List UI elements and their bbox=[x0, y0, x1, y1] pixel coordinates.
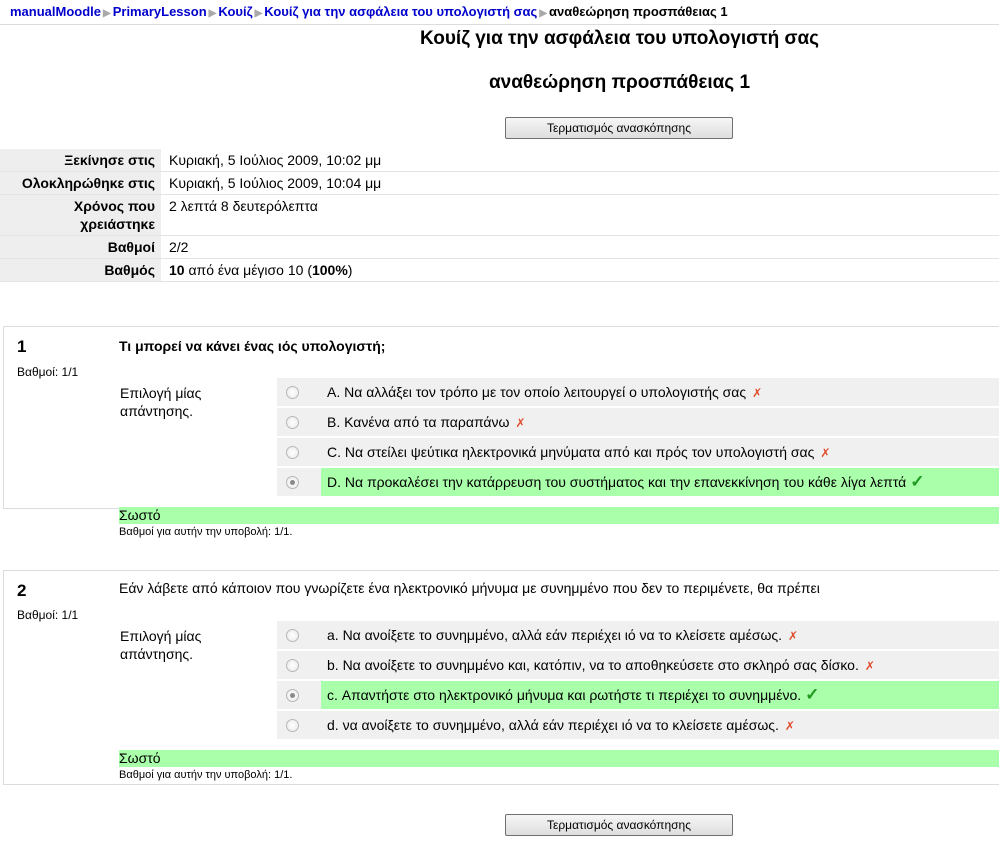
correct-check-icon: ✓ bbox=[910, 472, 925, 491]
answer-label: a. Να ανοίξετε το συνημμένο, αλλά εάν πε… bbox=[327, 627, 783, 643]
incorrect-cross-icon: ✗ bbox=[515, 416, 526, 430]
answer-label: D. Να προκαλέσει την κατάρρευση του συστ… bbox=[327, 474, 907, 490]
answer-option[interactable]: C. Να στείλει ψεύτικα ηλεκτρονικά μηνύμα… bbox=[277, 438, 999, 468]
marks-label: Βαθμοί bbox=[0, 235, 161, 259]
feedback-correct: Σωστό bbox=[119, 507, 999, 524]
breadcrumb-link-primarylesson[interactable]: PrimaryLesson bbox=[113, 4, 207, 19]
started-value: Κυριακή, 5 Ιούλιος 2009, 10:02 μμ bbox=[161, 149, 999, 172]
breadcrumb-separator-icon: ▶ bbox=[254, 8, 263, 19]
time-taken-value: 2 λεπτά 8 δευτερόλεπτα bbox=[161, 194, 999, 236]
answer-label: C. Να στείλει ψεύτικα ηλεκτρονικά μηνύμα… bbox=[327, 444, 815, 460]
answer-list: A. Να αλλάξει τον τρόπο με τον οποίο λει… bbox=[277, 378, 999, 498]
question-marks: Βαθμοί: 1/1 bbox=[17, 608, 79, 622]
grade-label: Βαθμός bbox=[0, 258, 161, 282]
radio-button[interactable] bbox=[286, 719, 299, 732]
radio-button[interactable] bbox=[286, 659, 299, 672]
answer-option[interactable]: b. Να ανοίξετε το συνημμένο και, κατόπιν… bbox=[277, 651, 999, 681]
breadcrumb-link-manualmoodle[interactable]: manualMoodle bbox=[10, 4, 101, 19]
submission-grading: Βαθμοί για αυτήν την υποβολή: 1/1. bbox=[119, 526, 293, 538]
summary-row-time-taken: Χρόνος που χρειάστηκε 2 λεπτά 8 δευτερόλ… bbox=[0, 194, 999, 236]
breadcrumb-separator-icon: ▶ bbox=[103, 8, 111, 19]
incorrect-cross-icon: ✗ bbox=[788, 629, 799, 643]
answer-label: c. Απαντήστε στο ηλεκτρονικό μήνυμα και … bbox=[327, 687, 802, 703]
answer-label: A. Να αλλάξει τον τρόπο με τον οποίο λει… bbox=[327, 384, 747, 400]
answer-prompt: Επιλογή μίας απάντησης. bbox=[120, 385, 202, 419]
summary-row-marks: Βαθμοί 2/2 bbox=[0, 235, 999, 259]
breadcrumb-current: αναθεώρηση προσπάθειας 1 bbox=[549, 4, 728, 19]
answer-label: B. Κανένα από τα παραπάνω bbox=[327, 414, 510, 430]
radio-button[interactable] bbox=[286, 629, 299, 642]
incorrect-cross-icon: ✗ bbox=[784, 719, 795, 733]
question-text: Εάν λάβετε από κάποιον που γνωρίζετε ένα… bbox=[119, 580, 820, 596]
grade-score: 10 bbox=[169, 262, 185, 278]
grade-percent: 100% bbox=[311, 262, 348, 278]
grade-out-of: από ένα μέγισο 10 ( bbox=[184, 262, 312, 278]
incorrect-cross-icon: ✗ bbox=[820, 446, 831, 460]
answer-option-selected[interactable]: c. Απαντήστε στο ηλεκτρονικό μήνυμα και … bbox=[277, 681, 999, 711]
question-text: Τι μπορεί να κάνει ένας ιός υπολογιστή; bbox=[119, 338, 386, 354]
question-marks: Βαθμοί: 1/1 bbox=[17, 365, 79, 379]
incorrect-cross-icon: ✗ bbox=[864, 659, 875, 673]
completed-value: Κυριακή, 5 Ιούλιος 2009, 10:04 μμ bbox=[161, 171, 999, 195]
summary-row-grade: Βαθμός 10 από ένα μέγισο 10 (100%) bbox=[0, 258, 999, 282]
radio-button[interactable] bbox=[286, 386, 299, 399]
breadcrumb-link-quiz[interactable]: Κουίζ για την ασφάλεια του υπολογιστή σα… bbox=[264, 4, 537, 19]
finish-review-button-bottom[interactable]: Τερματισμός ανασκόπησης bbox=[505, 814, 733, 836]
breadcrumb-separator-icon: ▶ bbox=[208, 8, 217, 19]
submission-grading: Βαθμοί για αυτήν την υποβολή: 1/1. bbox=[119, 769, 293, 781]
answer-label: b. Να ανοίξετε το συνημμένο και, κατόπιν… bbox=[327, 657, 859, 673]
answer-option[interactable]: a. Να ανοίξετε το συνημμένο, αλλά εάν πε… bbox=[277, 621, 999, 651]
marks-value: 2/2 bbox=[161, 235, 999, 259]
breadcrumb-link-quizzes[interactable]: Κουίζ bbox=[218, 4, 252, 19]
breadcrumb-separator-icon: ▶ bbox=[539, 8, 548, 19]
summary-row-completed: Ολοκληρώθηκε στις Κυριακή, 5 Ιούλιος 200… bbox=[0, 171, 999, 195]
question-number: 1 bbox=[17, 337, 27, 356]
feedback-correct: Σωστό bbox=[119, 750, 999, 767]
finish-review-button[interactable]: Τερματισμός ανασκόπησης bbox=[505, 117, 733, 139]
attempt-summary-table: Ξεκίνησε στις Κυριακή, 5 Ιούλιος 2009, 1… bbox=[0, 149, 999, 282]
started-label: Ξεκίνησε στις bbox=[0, 149, 161, 172]
answer-option[interactable]: d. να ανοίξετε το συνημμένο, αλλά εάν πε… bbox=[277, 711, 999, 741]
answer-option-selected[interactable]: D. Να προκαλέσει την κατάρρευση του συστ… bbox=[277, 468, 999, 498]
radio-button[interactable] bbox=[286, 446, 299, 459]
answer-option[interactable]: B. Κανένα από τα παραπάνω ✗ bbox=[277, 408, 999, 438]
answer-list: a. Να ανοίξετε το συνημμένο, αλλά εάν πε… bbox=[277, 621, 999, 741]
summary-row-started: Ξεκίνησε στις Κυριακή, 5 Ιούλιος 2009, 1… bbox=[0, 149, 999, 172]
grade-close-paren: ) bbox=[347, 262, 353, 278]
correct-check-icon: ✓ bbox=[805, 685, 820, 704]
radio-button-checked[interactable] bbox=[286, 476, 299, 489]
question-number: 2 bbox=[17, 581, 27, 600]
answer-prompt: Επιλογή μίας απάντησης. bbox=[120, 628, 202, 662]
answer-option[interactable]: A. Να αλλάξει τον τρόπο με τον οποίο λει… bbox=[277, 378, 999, 408]
time-taken-label: Χρόνος που χρειάστηκε bbox=[0, 194, 161, 236]
breadcrumb: manualMoodle ▶ PrimaryLesson ▶ Κουίζ ▶ Κουίζ γ… bbox=[0, 0, 999, 25]
radio-button[interactable] bbox=[286, 416, 299, 429]
incorrect-cross-icon: ✗ bbox=[752, 386, 763, 400]
page-title: Κουίζ για την ασφάλεια του υπολογιστή σα… bbox=[419, 28, 820, 49]
grade-value: 10 από ένα μέγισο 10 (100%) bbox=[161, 258, 999, 282]
completed-label: Ολοκληρώθηκε στις bbox=[0, 171, 161, 195]
answer-label: d. να ανοίξετε το συνημμένο, αλλά εάν πε… bbox=[327, 717, 779, 733]
radio-button-checked[interactable] bbox=[286, 689, 299, 702]
page-subtitle: αναθεώρηση προσπάθειας 1 bbox=[488, 72, 751, 93]
